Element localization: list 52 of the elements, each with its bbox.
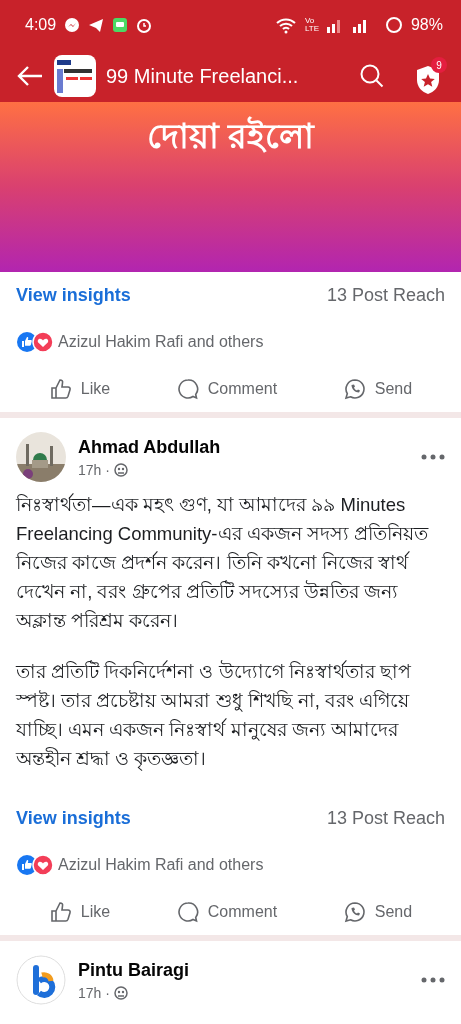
more-icon xyxy=(421,454,445,460)
post-action-button[interactable]: Send xyxy=(336,899,419,925)
messenger-icon xyxy=(64,17,81,33)
post-action-button[interactable]: Like xyxy=(42,376,117,402)
network-label: LTE xyxy=(304,25,319,33)
post-paragraph: নিঃস্বার্থতা—এক মহৎ গুণ, যা আমাদের ৯৯ Minutes Freelancing Community-এর একজন সদস্য প্রতিনিয়ত নিজের কাজে প্রদর্শন করেন। তিনি কখনো নিজের স্বার্থ দেখেন না, বরং গ্রুপের প্রতিটি সদস্যের উন্নতির জন্য অক্লান্ত পরিশ্রম করেন। xyxy=(16,492,430,633)
post-reach: 13 Post Reach xyxy=(326,284,445,306)
group-logo-icon xyxy=(54,55,96,97)
post-time: 17h xyxy=(78,984,102,1001)
notification-badge: 9 xyxy=(431,57,447,73)
post-time: 17h xyxy=(78,461,102,478)
admin-shield-button[interactable]: 9 xyxy=(409,57,447,95)
back-button[interactable] xyxy=(16,64,44,88)
battery-level: 98% xyxy=(410,16,443,34)
author-name[interactable]: Pintu Bairagi xyxy=(78,959,409,981)
view-insights-link[interactable]: View insights xyxy=(16,807,131,829)
more-icon xyxy=(421,977,445,983)
reactions-summary: Azizul Hakim Rafi and others xyxy=(58,856,264,874)
more-button[interactable] xyxy=(421,977,445,983)
post-reach: 13 Post Reach xyxy=(326,807,445,829)
search-icon xyxy=(359,63,385,89)
reaction-icons xyxy=(16,854,54,876)
b-logo-icon xyxy=(16,955,66,1005)
reaction-icons xyxy=(16,331,54,353)
post-action-button[interactable]: Send xyxy=(336,376,419,402)
more-button[interactable] xyxy=(421,454,445,460)
back-icon xyxy=(16,64,44,88)
alarm-icon xyxy=(136,17,153,33)
group-title: 99 Minute Freelanci... xyxy=(106,64,300,88)
post-paragraph: তার প্রতিটি দিকনির্দেশনা ও উদ্যোগে নিঃস্বার্থতার ছাপ স্পষ্ট। তার প্রচেষ্টায় আমরা শুধু শিখছি না, বরং এগিয়ে যাচ্ছি। এমন একজন নিঃস্বার্থ মানুষের জন্য আমাদের অন্তহীন শ্রদ্ধা ও কৃতজ্ঞতা। xyxy=(16,659,412,773)
view-insights-link[interactable]: View insights xyxy=(16,284,131,306)
battery-icon xyxy=(384,16,403,34)
post-action-button[interactable]: Comment xyxy=(169,376,284,402)
whatsapp-icon xyxy=(342,900,367,924)
clock: 4:09 xyxy=(25,16,57,34)
search-button[interactable] xyxy=(359,63,385,89)
post-action-button[interactable]: Like xyxy=(42,899,117,925)
thumbs-up-icon xyxy=(48,900,73,924)
network-label: Vo xyxy=(304,17,315,25)
wifi-icon xyxy=(274,16,297,34)
author-name[interactable]: Ahmad Abdullah xyxy=(78,436,409,458)
separator-dot: · xyxy=(105,984,111,1001)
post-action-button[interactable]: Comment xyxy=(169,899,284,925)
whatsapp-icon xyxy=(342,377,367,401)
chat-app-icon xyxy=(112,17,129,33)
telegram-icon xyxy=(88,17,105,33)
thumbs-up-icon xyxy=(48,377,73,401)
post-text: দোয়া রইলো xyxy=(146,115,315,157)
comment-icon xyxy=(175,900,200,924)
comment-icon xyxy=(175,377,200,401)
reactions-summary: Azizul Hakim Rafi and others xyxy=(58,333,264,351)
separator-dot: · xyxy=(105,461,111,478)
